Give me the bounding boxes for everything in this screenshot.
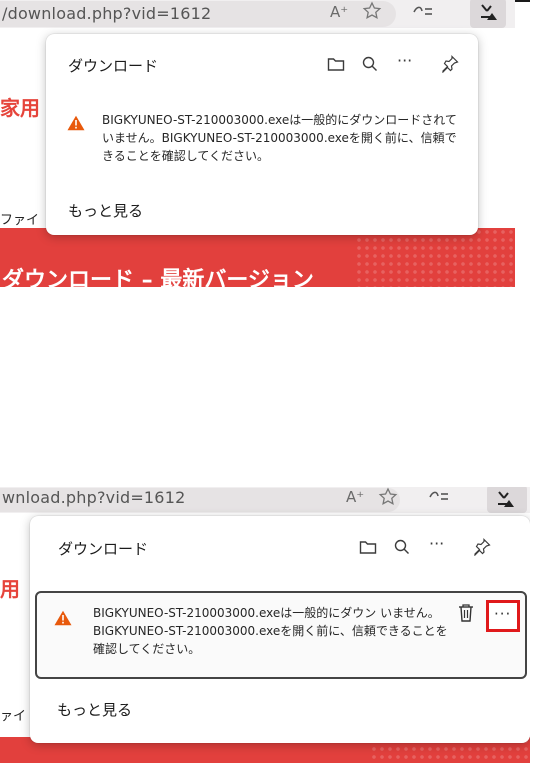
favorites-star-icon[interactable] (378, 487, 398, 511)
screenshot-1: /download.php?vid=1612 A⁺ 家用 ファイ ダウンロード … (0, 0, 515, 287)
pin-icon[interactable] (473, 538, 491, 556)
collections-icon[interactable] (412, 3, 434, 25)
download-banner: ダウンロード – 最新バージョン (0, 228, 515, 287)
address-bar-url: wnload.php?vid=1612 (2, 488, 186, 507)
browser-toolbar: /download.php?vid=1612 A⁺ (0, 0, 515, 28)
download-icon (495, 489, 515, 513)
download-icon (478, 2, 498, 26)
downloads-panel-title: ダウンロード (58, 540, 149, 558)
downloads-panel: ダウンロード ··· BIGKYUNEO-ST-210003000.exeは一般… (46, 34, 478, 235)
collections-icon[interactable] (428, 488, 450, 510)
pin-icon[interactable] (441, 55, 459, 73)
page-heading-fragment: 家用 (0, 96, 40, 120)
page-heading-fragment: 用 (0, 577, 20, 601)
banner-title: ダウンロード – 最新バージョン (2, 268, 314, 287)
download-warning-message: BIGKYUNEO-ST-210003000.exeは一般的にダウン いません。… (93, 606, 448, 656)
screenshot-2: wnload.php?vid=1612 A⁺ 用 ァイ ダウンロード ··· B… (0, 487, 530, 763)
file-label-fragment: ァイ (0, 709, 27, 724)
downloads-button[interactable] (470, 0, 506, 28)
more-icon[interactable]: ··· (397, 53, 412, 69)
browser-toolbar: wnload.php?vid=1612 A⁺ (0, 487, 530, 513)
more-icon: ··· (494, 605, 512, 623)
more-icon[interactable]: ··· (429, 536, 444, 552)
download-item[interactable]: BIGKYUNEO-ST-210003000.exeは一般的にダウン いません。… (35, 591, 527, 679)
search-icon[interactable] (394, 539, 410, 555)
downloads-button[interactable] (487, 487, 527, 513)
downloads-panel: ダウンロード ··· BIGKYUNEO-ST-210003000.exeは一般… (30, 516, 530, 743)
address-bar-url: /download.php?vid=1612 (2, 4, 212, 23)
folder-icon[interactable] (359, 539, 377, 555)
favorites-star-icon[interactable] (362, 1, 382, 25)
see-more-link[interactable]: もっと見る (68, 200, 143, 221)
folder-icon[interactable] (327, 56, 345, 72)
warning-icon (54, 610, 72, 630)
download-item-more-button[interactable]: ··· (486, 600, 520, 632)
downloads-panel-title: ダウンロード (68, 57, 159, 75)
warning-icon (67, 115, 85, 135)
search-icon[interactable] (362, 56, 378, 72)
trash-icon[interactable] (455, 603, 477, 627)
read-aloud-icon[interactable]: A⁺ (346, 488, 364, 506)
read-aloud-icon[interactable]: A⁺ (330, 3, 348, 21)
see-more-link[interactable]: もっと見る (57, 699, 132, 720)
address-bar[interactable]: wnload.php?vid=1612 (0, 488, 400, 512)
file-label-fragment: ファイ (0, 213, 40, 228)
download-warning-message: BIGKYUNEO-ST-210003000.exeは一般的にダウンロードされて… (102, 113, 457, 163)
